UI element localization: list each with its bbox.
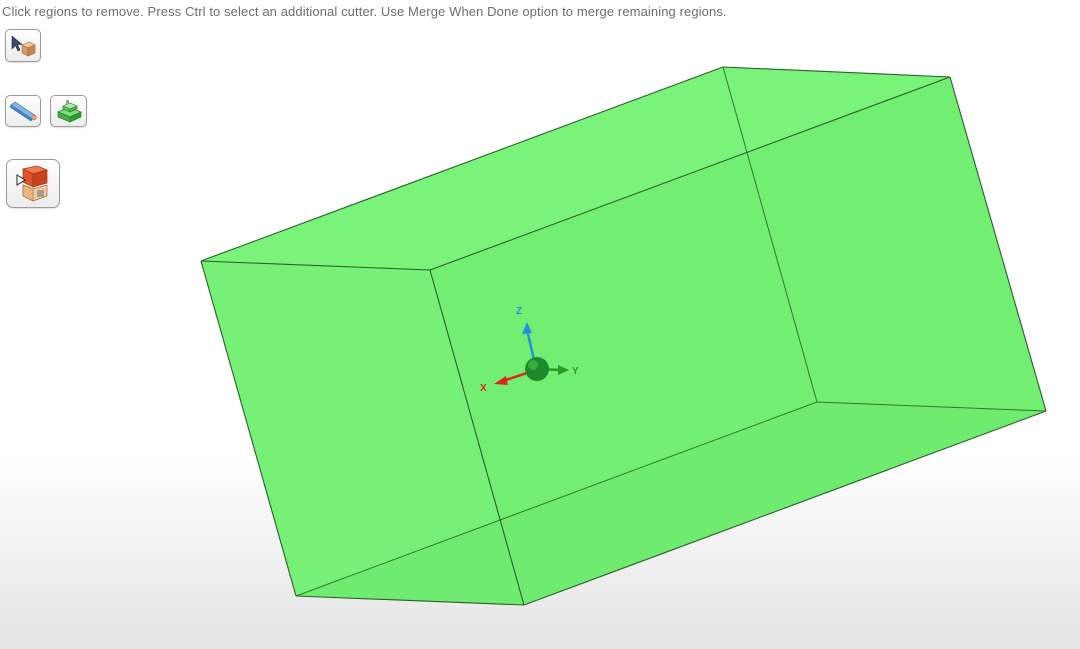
cursor-select-box-icon: [11, 34, 36, 56]
x-axis-label: X: [480, 383, 487, 394]
graphics-viewport[interactable]: Click regions to remove. Press Ctrl to s…: [0, 0, 1080, 649]
rod-tool-icon: [9, 101, 37, 122]
done-merge-icon: [16, 165, 49, 201]
origin-sphere-icon: [525, 357, 549, 381]
z-axis-label: Z: [516, 306, 522, 317]
y-axis-label: Y: [572, 366, 579, 377]
region-box[interactable]: [200, 66, 1047, 606]
select-cutter-button[interactable]: [5, 29, 41, 62]
merge-when-done-button[interactable]: [6, 159, 60, 208]
rod-cutter-button[interactable]: [5, 95, 41, 127]
green-block-tool-icon: [56, 100, 82, 123]
model-view: Z X Y: [200, 66, 1047, 606]
block-cutter-button[interactable]: [50, 95, 87, 127]
